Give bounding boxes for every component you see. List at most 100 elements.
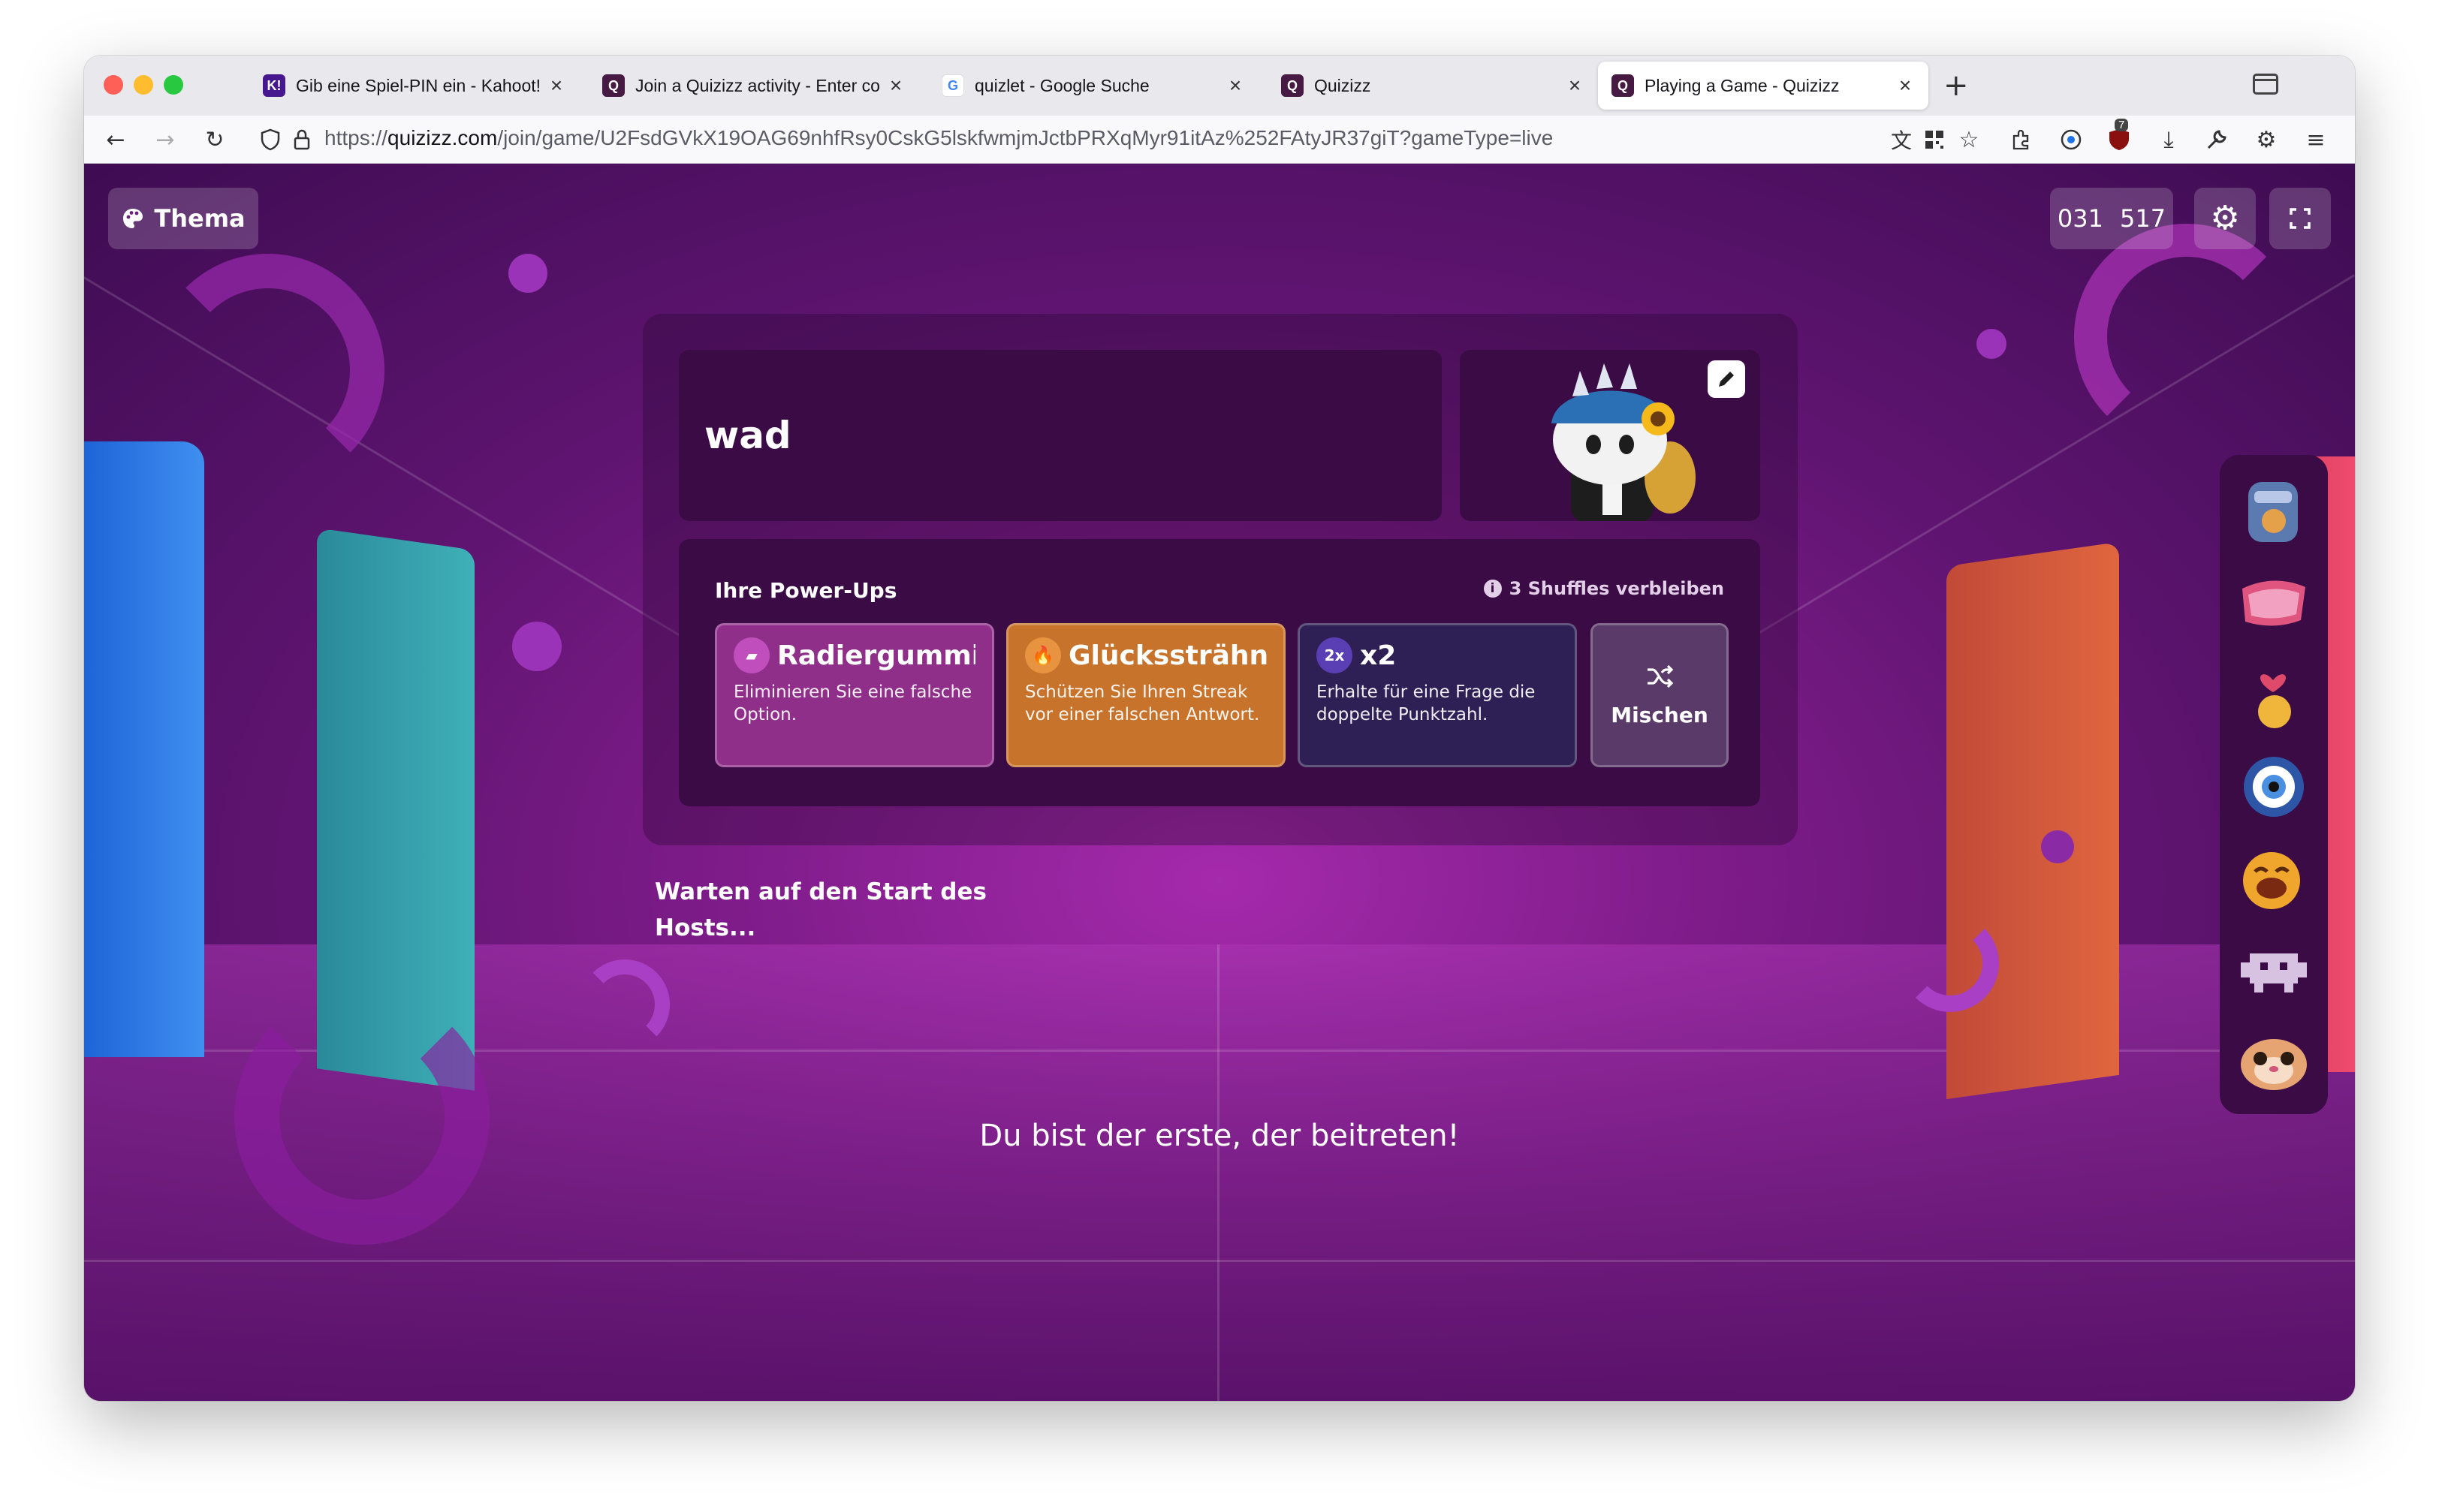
ball-decoration <box>2041 830 2074 863</box>
translate-icon[interactable]: 文 <box>1886 125 1916 155</box>
tab-playing-game[interactable]: Q Playing a Game - Quizizz × <box>1598 62 1928 110</box>
reaction-stickers-rail <box>2220 455 2328 1114</box>
avatar-box <box>1460 350 1760 521</box>
ball-decoration <box>1976 329 2006 359</box>
qr-code-icon[interactable] <box>1919 125 1949 155</box>
tab-title: Quizizz <box>1314 75 1371 95</box>
cat-sticker[interactable] <box>2238 1026 2310 1098</box>
quizizz-icon: Q <box>602 74 625 97</box>
forward-icon[interactable]: → <box>150 125 180 155</box>
laughing-sticker[interactable] <box>2238 842 2310 914</box>
tab-title: Gib eine Spiel-PIN ein - Kahoot! <box>296 75 541 95</box>
powerup-streak[interactable]: 🔥 Glückssträhne... Schützen Sie Ihren St… <box>1006 623 1286 767</box>
powerup-name: Glückssträhne... <box>1069 640 1267 671</box>
theme-button[interactable]: Thema <box>108 188 258 249</box>
settings-button[interactable]: ⚙ <box>2194 188 2256 249</box>
extension-badge: 7 <box>2115 119 2129 131</box>
ring-decoration <box>234 989 490 1245</box>
settings-gear-icon[interactable]: ⚙ <box>2251 125 2281 155</box>
info-icon: i <box>1483 580 1502 598</box>
powerup-name: x2 <box>1360 640 1397 671</box>
edit-avatar-button[interactable] <box>1708 360 1745 398</box>
close-tab-icon[interactable]: × <box>1565 74 1584 98</box>
url-bar[interactable]: https://quizizz.com/join/game/U2FsdGVkX1… <box>324 126 1553 150</box>
powerup-description: Schützen Sie Ihren Streak vor einer fals… <box>1025 682 1260 724</box>
shield-icon[interactable] <box>255 125 285 155</box>
powerup-eraser[interactable]: ▰ Radiergummi Eliminieren Sie eine falsc… <box>715 623 994 767</box>
space-invader-sticker[interactable] <box>2238 934 2310 1006</box>
tab-title: Join a Quizizz activity - Enter co <box>635 75 880 95</box>
tab-quizizz[interactable]: Q Quizizz × <box>1268 62 1598 110</box>
new-tab-button[interactable]: + <box>1943 69 1969 102</box>
game-code-part1: 031 <box>2057 204 2103 233</box>
game-page: Thema 031 517 ⚙ wad Ihre Power-Ups i 3 S… <box>84 164 2355 1401</box>
list-all-tabs-icon[interactable] <box>2253 74 2278 95</box>
url-path: /join/game/U2FsdGVkX19OAG69nhfRsy0CskG5l… <box>497 126 1554 149</box>
player-name: wad <box>704 414 791 457</box>
tab-quizizz-join[interactable]: Q Join a Quizizz activity - Enter co × <box>589 62 919 110</box>
first-joined-text: Du bist der erste, der beitreten! <box>979 1119 1460 1153</box>
privacy-extension-icon[interactable] <box>2056 125 2086 155</box>
eye-sticker[interactable] <box>2238 751 2310 823</box>
game-code-part2: 517 <box>2120 204 2166 233</box>
close-tab-icon[interactable]: × <box>886 74 906 98</box>
door-orange <box>1946 541 2119 1100</box>
browser-window: K! Gib eine Spiel-PIN ein - Kahoot! × Q … <box>84 56 2355 1401</box>
door-blue <box>84 441 204 1057</box>
shuffle-icon <box>1648 664 1674 688</box>
powerup-double-points[interactable]: 2x x2 Erhalte für eine Frage die doppelt… <box>1298 623 1577 767</box>
close-tab-icon[interactable]: × <box>1226 74 1245 98</box>
url-domain: quizizz.com <box>387 126 498 149</box>
bookmark-star-icon[interactable]: ☆ <box>1954 125 1984 155</box>
shuffle-button[interactable]: Mischen <box>1590 623 1729 767</box>
minimize-window-button[interactable] <box>134 75 153 95</box>
room-line <box>84 1260 2355 1262</box>
flame-icon: 🔥 <box>1025 637 1061 673</box>
sup-sticker[interactable] <box>2238 568 2310 640</box>
wrench-icon[interactable] <box>2202 125 2232 155</box>
google-icon: G <box>942 74 964 97</box>
powerups-title: Ihre Power-Ups <box>715 578 897 603</box>
player-name-box: wad <box>679 350 1442 521</box>
tab-google[interactable]: G quizlet - Google Suche × <box>928 62 1259 110</box>
back-icon[interactable]: ← <box>101 125 131 155</box>
quizizz-icon: Q <box>1281 74 1304 97</box>
fullscreen-icon <box>2290 208 2311 229</box>
palette-icon <box>123 209 143 228</box>
tab-kahoot[interactable]: K! Gib eine Spiel-PIN ein - Kahoot! × <box>249 62 580 110</box>
tab-title: quizlet - Google Suche <box>975 75 1150 95</box>
fullscreen-button[interactable] <box>2269 188 2331 249</box>
reload-icon[interactable]: ↻ <box>200 125 230 155</box>
quizizz-icon: Q <box>1611 74 1634 97</box>
url-scheme: https:// <box>324 126 388 149</box>
close-window-button[interactable] <box>104 75 123 95</box>
theme-label: Thema <box>154 204 246 233</box>
tab-title: Playing a Game - Quizizz <box>1645 75 1840 95</box>
close-tab-icon[interactable]: × <box>547 74 566 98</box>
menu-icon[interactable]: ≡ <box>2301 125 2331 155</box>
shuffles-remaining: i 3 Shuffles verbleiben <box>1483 578 1724 599</box>
lock-icon[interactable] <box>287 125 317 155</box>
shuffle-label: Mischen <box>1611 702 1708 727</box>
waiting-for-host-text: Warten auf den Start des Hosts... <box>655 878 987 941</box>
double-points-icon: 2x <box>1316 637 1352 673</box>
tab-bar: K! Gib eine Spiel-PIN ein - Kahoot! × Q … <box>84 56 2355 116</box>
game-code: 031 517 <box>2050 188 2173 249</box>
arc-decoration <box>1901 914 1999 1012</box>
powerup-description: Erhalte für eine Frage die doppelte Punk… <box>1316 682 1536 724</box>
heart-hand-sticker[interactable] <box>2238 659 2310 731</box>
powerups-panel: Ihre Power-Ups i 3 Shuffles verbleiben ▰… <box>679 539 1760 806</box>
arc-decoration <box>2074 224 2299 449</box>
arc-decoration <box>152 254 384 486</box>
download-icon[interactable]: ⤓ <box>2154 125 2184 155</box>
ball-decoration <box>512 622 562 671</box>
gear-icon: ⚙ <box>2210 199 2240 237</box>
eraser-icon: ▰ <box>734 637 770 673</box>
extensions-icon[interactable] <box>2006 125 2037 155</box>
lets-go-sticker[interactable] <box>2238 476 2310 548</box>
shuffles-remaining-text: 3 Shuffles verbleiben <box>1509 578 1724 599</box>
ball-decoration <box>508 254 547 293</box>
zoom-window-button[interactable] <box>164 75 183 95</box>
close-tab-icon[interactable]: × <box>1895 74 1915 98</box>
lobby-card: wad Ihre Power-Ups i 3 Shuffles verbleib… <box>643 314 1798 845</box>
